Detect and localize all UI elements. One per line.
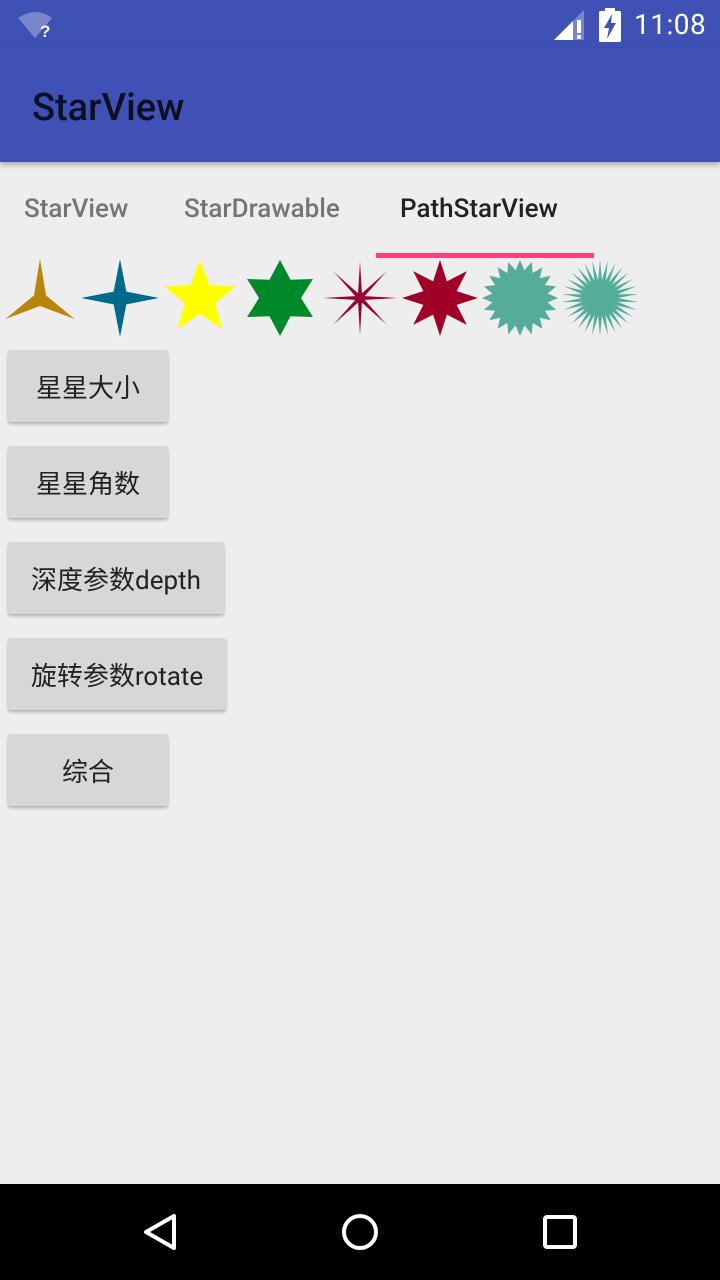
30-point-burst [562,260,638,336]
signal-no-data-icon [552,10,586,46]
battery-charging-icon [598,8,622,46]
8-point-thin-star [323,261,397,335]
star-size-button[interactable]: 星星大小 [8,350,168,422]
recents-icon[interactable] [536,1208,584,1256]
3-point-star [5,259,75,319]
back-icon[interactable] [136,1208,184,1256]
rotate-button[interactable]: 旋转参数rotate [8,638,226,710]
star-corners-button[interactable]: 星星角数 [8,446,168,518]
svg-text:?: ? [40,22,50,40]
4-point-star [81,259,159,337]
home-icon[interactable] [336,1208,384,1256]
wifi-unknown-icon: ? [18,10,54,44]
20-point-burst [482,260,558,336]
app-bar: StarView [0,48,720,162]
app-title: StarView [32,86,185,130]
6-point-star [247,260,313,336]
status-bar: ? 11:08 [0,0,720,48]
tab-stardrawable[interactable]: StarDrawable [184,194,340,224]
navigation-bar [0,1184,720,1280]
depth-button[interactable]: 深度参数depth [8,542,224,614]
star-row [0,255,720,341]
tab-starview[interactable]: StarView [24,194,128,224]
combined-button[interactable]: 综合 [8,734,168,806]
status-time: 11:08 [634,8,707,41]
8-point-star [402,260,478,336]
tab-pathstarview[interactable]: PathStarView [400,194,558,224]
tab-bar: StarView StarDrawable PathStarView [0,162,720,258]
5-point-star [163,260,237,329]
